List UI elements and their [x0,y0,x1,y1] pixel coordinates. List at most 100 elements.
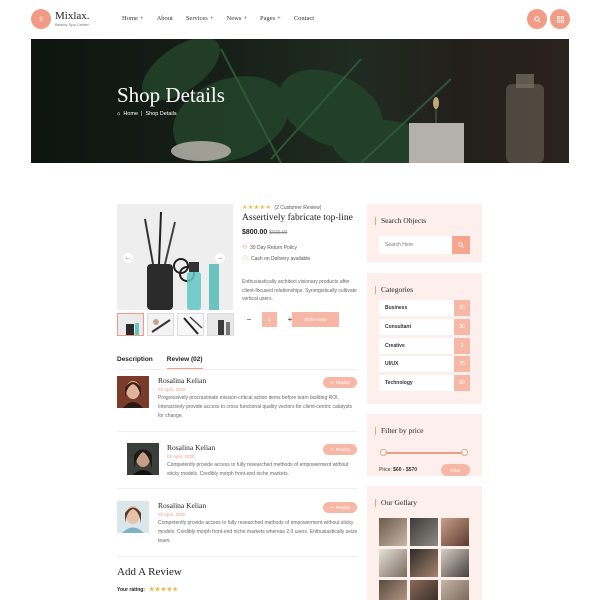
gallery-widget-title: Our Gellary [374,498,418,507]
page-title: Shop Details [117,83,225,107]
quantity-value[interactable]: 1 [262,312,277,327]
gallery-image[interactable] [441,549,469,577]
info-icon: ⓘ [242,257,249,263]
gallery-next-button[interactable]: → [215,253,225,263]
search-submit-button[interactable] [452,236,470,254]
product-thumbnail[interactable] [147,313,174,336]
price-slider-max-handle[interactable] [461,449,468,456]
category-item-uiux[interactable]: UI/UX 25 [379,356,470,372]
review-item: Rosalina Kelian 02 April, 2020 Competent… [117,501,357,557]
product-thumbnail[interactable] [207,313,234,336]
category-item-business[interactable]: Business 20 [379,300,470,316]
price-slider-min-handle[interactable] [380,449,387,456]
page-banner: Shop Details ⌂ Home | Shop Details [31,39,569,163]
gallery-image[interactable] [379,549,407,577]
arrow-right-icon: → [217,255,223,261]
gallery-grid [379,518,469,600]
search-icon [458,242,464,248]
order-now-button[interactable]: Order Now [292,312,339,327]
search-input[interactable] [379,236,449,254]
reply-icon: ↩ [330,379,334,385]
home-icon: ⌂ [117,111,121,117]
current-price: $800.00 [242,229,268,236]
nav-item-contact[interactable]: Contact [294,15,314,22]
logo-name: Mixlax. [55,10,90,22]
category-count: 25 [454,356,470,372]
reply-button[interactable]: ↩ Replay [323,377,357,388]
logo[interactable]: ♀ Mixlax. Beauty Spa Center [31,9,90,29]
reply-icon: ↩ [330,446,334,452]
filter-button[interactable]: Filter [441,464,470,476]
price-slider-track[interactable] [382,452,466,454]
tab-description[interactable]: Description [117,356,153,369]
product-price: $800.00 $920.00 [242,229,287,236]
breadcrumb-current: Shop Details [145,111,177,117]
gallery-prev-button[interactable]: ← [123,253,133,263]
review-count[interactable]: (2 Customer Review) [274,205,321,211]
quantity-decrease-button[interactable]: − [242,313,256,327]
category-item-creative[interactable]: Creative 3 [379,338,470,354]
review-item: Rosalina Kelian 02 April, 2020 Progressi… [117,376,357,432]
reviewer-name: Rosalina Kelian [158,501,207,510]
nav-item-about[interactable]: About [157,15,173,22]
reply-button[interactable]: ↩ Replay [323,502,357,513]
rating-input-stars[interactable]: ★★★★★ [149,586,178,593]
nav-item-news[interactable]: News + [227,15,247,22]
search-widget: Search Objects [367,204,482,262]
price-filter-title: Filter by price [375,426,424,435]
return-icon: ⟲ [242,245,248,251]
main-nav: Home + About Services + News + Pages + Conta… [122,15,314,22]
reply-button[interactable]: ↩ Replay [323,444,357,455]
product-description: Enthusiastically architect visionary pro… [242,279,357,302]
gallery-image[interactable] [410,549,438,577]
gallery-widget: Our Gellary [367,486,482,600]
gallery-image[interactable] [379,518,407,546]
reply-icon: ↩ [330,504,334,510]
old-price: $920.00 [269,230,288,236]
category-count: 30 [454,319,470,335]
price-filter-widget: Filter by price Price: $60 - $570 Filter [367,414,482,476]
feature-cash-on-delivery: ⓘ Cash on Delivery available [242,255,311,264]
gallery-image[interactable] [379,580,407,600]
search-widget-title: Search Objects [374,216,427,225]
gallery-image[interactable] [441,580,469,600]
product-thumbnails [117,313,234,336]
reviewer-name: Rosalina Kelian [158,376,207,385]
grid-menu-icon [556,15,564,23]
review-date: 02 April, 2020 [158,512,186,517]
review-item: Rosalina Kelian 02 April, 2020 Competent… [117,443,357,489]
product-rating: ★★★★★ (2 Customer Review) [242,204,321,212]
gallery-image[interactable] [410,518,438,546]
product-tabs: Description Review (02) [117,356,357,370]
feature-return-policy: ⟲ 30 Day Return Policy [242,244,297,252]
site-header: ♀ Mixlax. Beauty Spa Center Home + About … [0,0,600,38]
breadcrumb: ⌂ Home | Shop Details [117,111,177,117]
category-item-consultant[interactable]: Consultant 30 [379,319,470,335]
reviewer-name: Rosalina Kelian [167,443,216,452]
review-text: Competently provide access to fully rese… [158,520,358,544]
search-icon [533,15,541,23]
logo-tagline: Beauty Spa Center [55,22,89,27]
logo-mark-icon: ♀ [31,9,51,29]
categories-widget: Categories Business 20 Consultant 30 Creat… [367,273,482,404]
category-count: 20 [454,300,470,316]
nav-item-pages[interactable]: Pages + [260,15,281,22]
gallery-image[interactable] [441,518,469,546]
category-item-technology[interactable]: Technology 60 [379,375,470,391]
product-thumbnail[interactable] [177,313,204,336]
review-text: Progressively procrastinate mission-crit… [158,395,352,419]
product-thumbnail[interactable] [117,313,144,336]
nav-item-home[interactable]: Home + [122,15,144,22]
banner-background-image [31,39,569,163]
header-search-button[interactable] [527,9,547,29]
gallery-image[interactable] [410,580,438,600]
breadcrumb-home[interactable]: Home [123,111,138,117]
header-menu-button[interactable] [550,9,570,29]
add-review-title: Add A Review [117,566,182,578]
reviewer-avatar [117,376,149,408]
nav-item-services[interactable]: Services + [186,15,214,22]
search-box [379,236,470,254]
price-range-value: $60 - $570 [393,467,418,473]
product-title: Assertively fabricate top-line [242,213,353,223]
tab-review[interactable]: Review (02) [166,356,203,369]
